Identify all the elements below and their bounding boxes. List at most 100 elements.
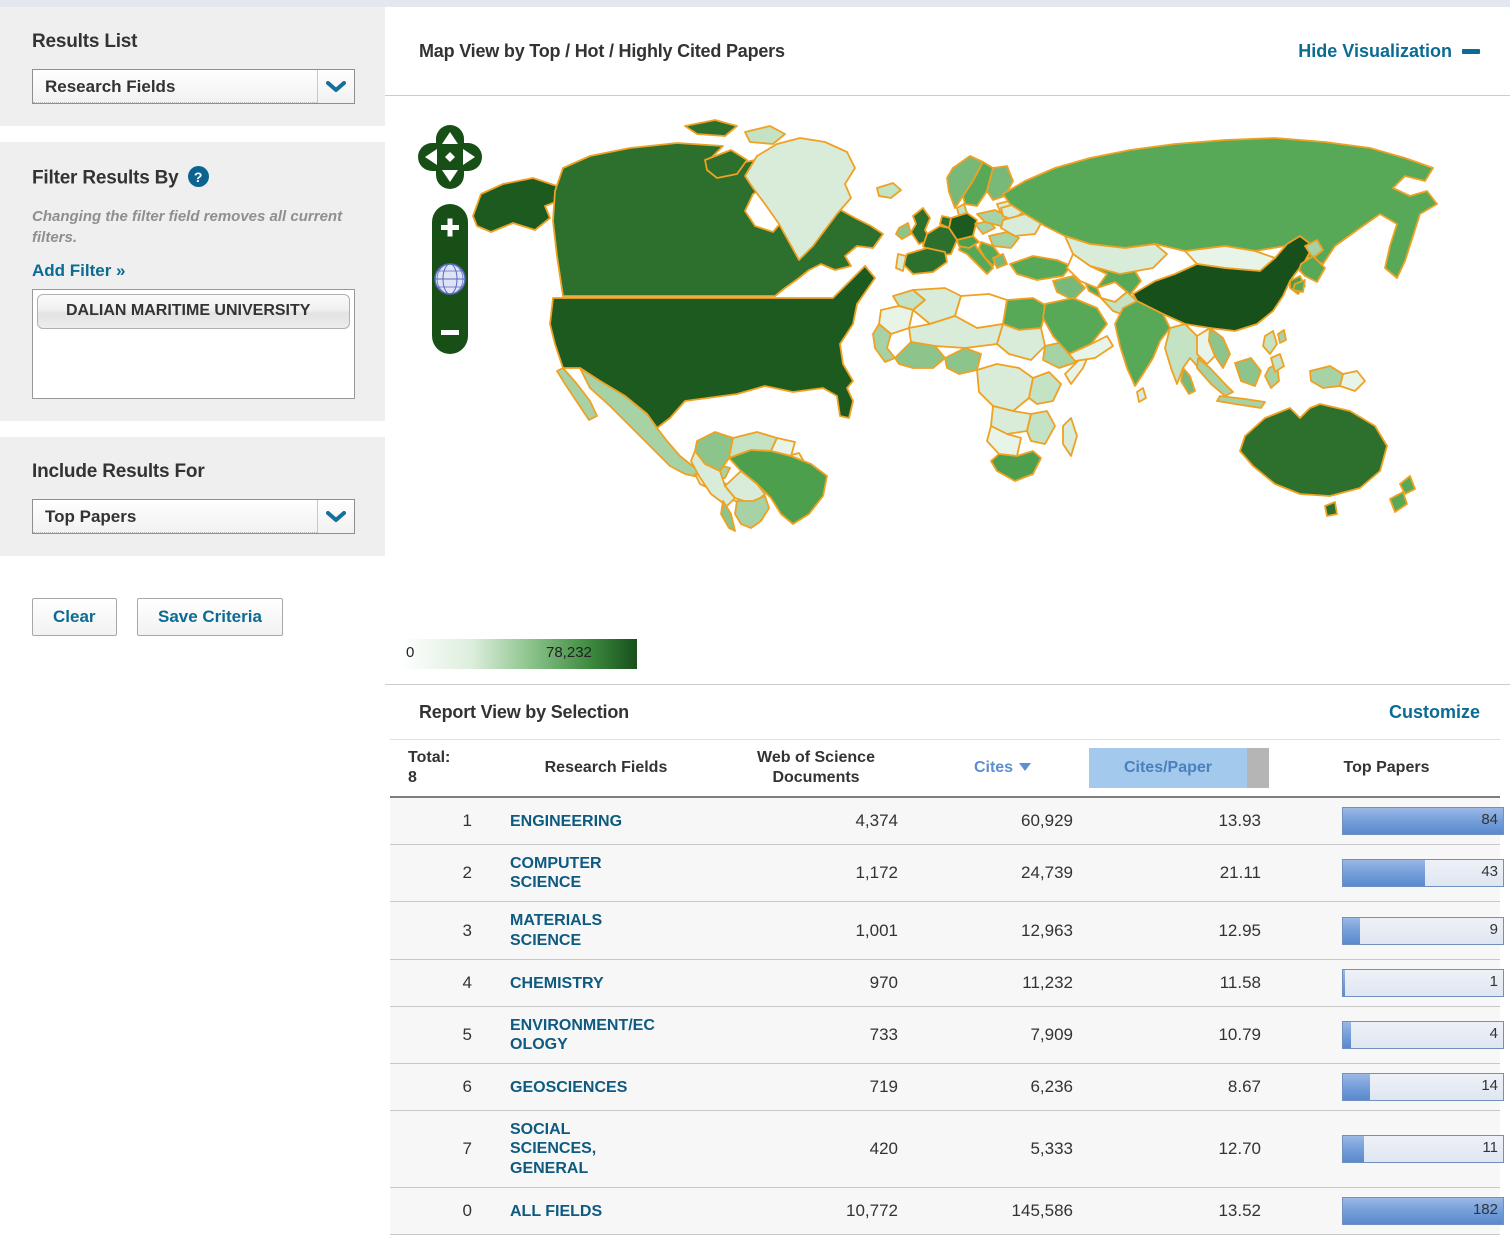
top-papers-bar: 182: [1342, 1197, 1504, 1225]
clear-button[interactable]: Clear: [32, 598, 117, 636]
row-rank: 1: [390, 797, 500, 845]
column-drag-handle[interactable]: [1247, 748, 1269, 788]
report-table: Total: 8 Research Fields Web of Science …: [390, 739, 1500, 1235]
main-panel: Map View by Top / Hot / Highly Cited Pap…: [385, 7, 1510, 1235]
include-results-dropdown[interactable]: Top Papers: [32, 499, 355, 534]
results-list-label: Results List: [32, 31, 355, 53]
country-philippines: [1263, 331, 1277, 354]
bar-fill: [1343, 970, 1345, 996]
customize-link[interactable]: Customize: [1389, 702, 1480, 723]
field-link[interactable]: ENVIRONMENT/ECOLOGY: [510, 1016, 660, 1054]
include-results-section: Include Results For Top Papers: [0, 437, 385, 556]
cites-paper-value: 11.58: [1085, 959, 1273, 1006]
map-legend: 0 78,232: [385, 624, 1510, 684]
results-list-dropdown[interactable]: Research Fields: [32, 69, 355, 104]
column-header-research-fields[interactable]: Research Fields: [500, 740, 712, 798]
column-header-cites-paper[interactable]: Cites/Paper: [1085, 740, 1273, 798]
country-alaska: [473, 178, 561, 232]
save-criteria-button[interactable]: Save Criteria: [137, 598, 283, 636]
field-link[interactable]: CHEMISTRY: [510, 974, 604, 993]
field-link[interactable]: GEOSCIENCES: [510, 1078, 627, 1097]
table-header-row: Total: 8 Research Fields Web of Science …: [390, 740, 1500, 798]
field-link[interactable]: ALL FIELDS: [510, 1202, 602, 1221]
filter-listbox[interactable]: DALIAN MARITIME UNIVERSITY: [32, 289, 355, 399]
country-portugal: [896, 254, 906, 271]
table-row: 6 GEOSCIENCES 719 6,236 8.67 14: [390, 1064, 1500, 1111]
docs-value: 1,172: [712, 845, 920, 902]
column-header-wos-documents[interactable]: Web of Science Documents: [712, 740, 920, 798]
island-taiwan: [1278, 330, 1286, 343]
choropleth-map[interactable]: [385, 96, 1510, 624]
country-south-africa: [991, 451, 1041, 481]
filter-results-text: Filter Results By: [32, 168, 179, 189]
map-pan-control[interactable]: [418, 125, 482, 189]
island-java: [1217, 396, 1265, 408]
cites-value: 11,232: [920, 959, 1085, 1006]
column-header-top-papers[interactable]: Top Papers: [1273, 740, 1500, 798]
field-link[interactable]: COMPUTER SCIENCE: [510, 854, 660, 892]
top-papers-bar: 4: [1342, 1021, 1504, 1049]
top-papers-bar: 43: [1342, 859, 1504, 887]
wos-documents-label: Web of Science Documents: [741, 748, 891, 788]
top-papers-value: 43: [1481, 863, 1498, 880]
report-panel-header: Report View by Selection Customize: [385, 684, 1510, 739]
country-turkey: [1010, 256, 1071, 280]
field-link[interactable]: MATERIALS SCIENCE: [510, 911, 660, 949]
cites-paper-value: 10.79: [1085, 1006, 1273, 1063]
world-map[interactable]: [385, 95, 1510, 624]
cites-paper-value: 13.52: [1085, 1187, 1273, 1234]
country-new-zealand: [1390, 492, 1407, 512]
top-papers-bar: 11: [1342, 1135, 1504, 1163]
map-panel-header: Map View by Top / Hot / Highly Cited Pap…: [385, 7, 1510, 95]
country-iceland: [877, 183, 901, 198]
bar-fill: [1343, 1022, 1351, 1048]
country-sudan: [997, 324, 1045, 360]
country-madagascar: [1063, 418, 1077, 456]
cites-value: 24,739: [920, 845, 1085, 902]
include-results-value: Top Papers: [33, 501, 317, 533]
cites-value: 12,963: [920, 902, 1085, 959]
table-row: 5 ENVIRONMENT/ECOLOGY 733 7,909 10.79 4: [390, 1006, 1500, 1063]
sort-desc-icon: [1019, 763, 1031, 771]
field-link[interactable]: ENGINEERING: [510, 812, 622, 831]
globe-icon: [435, 264, 465, 294]
legend-max-label: 78,232: [546, 644, 592, 661]
hide-visualization-text: Hide Visualization: [1298, 41, 1452, 62]
field-link[interactable]: SOCIAL SCIENCES, GENERAL: [510, 1120, 660, 1178]
help-icon[interactable]: ?: [188, 166, 209, 187]
row-rank: 0: [390, 1187, 500, 1234]
bar-fill: [1343, 808, 1503, 834]
table-row: 1 ENGINEERING 4,374 60,929 13.93 84: [390, 797, 1500, 845]
map-zoom-control[interactable]: [432, 204, 468, 354]
results-list-section: Results List Research Fields: [0, 7, 385, 126]
map-controls[interactable]: [417, 124, 483, 360]
cites-value: 145,586: [920, 1187, 1085, 1234]
country-egypt: [1003, 298, 1047, 330]
country-nigeria: [945, 348, 981, 374]
bar-fill: [1343, 1136, 1364, 1162]
country-malaysia: [1181, 368, 1195, 394]
country-spain: [903, 248, 947, 274]
cites-label: Cites: [974, 759, 1013, 776]
top-papers-value: 4: [1490, 1025, 1498, 1042]
top-papers-bar: 14: [1342, 1073, 1504, 1101]
bar-fill: [1343, 860, 1425, 886]
bar-fill: [1343, 1074, 1370, 1100]
table-row: 0 ALL FIELDS 10,772 145,586 13.52 182: [390, 1187, 1500, 1234]
region-kenya-tanzania: [1029, 372, 1061, 404]
island-sumatra: [1197, 358, 1233, 396]
cites-value: 60,929: [920, 797, 1085, 845]
docs-value: 719: [712, 1064, 920, 1111]
cites-paper-value: 13.93: [1085, 797, 1273, 845]
country-india: [1115, 301, 1170, 386]
filter-item-dalian-maritime-university[interactable]: DALIAN MARITIME UNIVERSITY: [37, 294, 350, 329]
column-header-cites[interactable]: Cites: [920, 740, 1085, 798]
add-filter-link[interactable]: Add Filter »: [32, 261, 126, 281]
region-mozambique: [1027, 411, 1055, 444]
chevron-down-icon: [317, 500, 354, 533]
country-vietnam: [1209, 328, 1230, 368]
docs-value: 1,001: [712, 902, 920, 959]
table-row: 2 COMPUTER SCIENCE 1,172 24,739 21.11 43: [390, 845, 1500, 902]
top-papers-bar: 1: [1342, 969, 1504, 997]
hide-visualization-link[interactable]: Hide Visualization: [1298, 41, 1480, 62]
